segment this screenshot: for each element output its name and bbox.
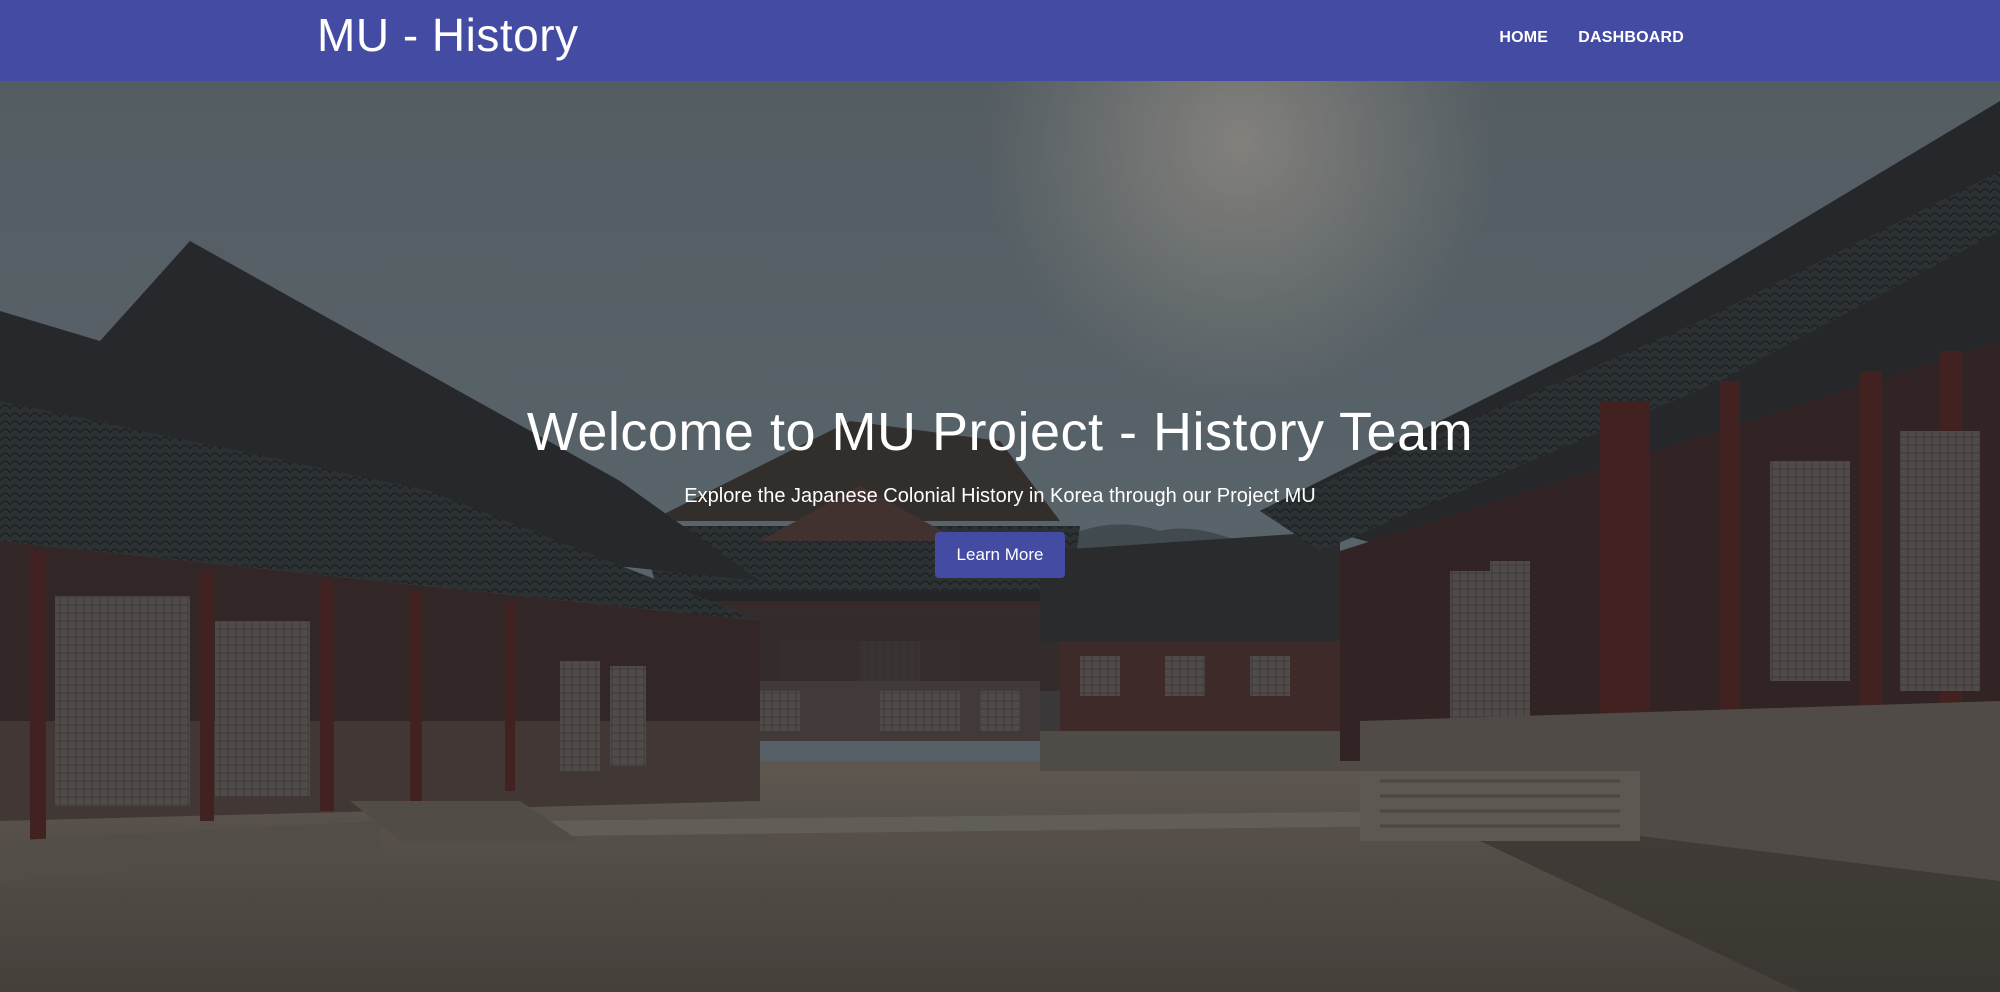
site-brand[interactable]: MU - History — [317, 8, 579, 62]
hero-content: Welcome to MU Project - History Team Exp… — [0, 401, 2000, 578]
nav-link-home[interactable]: HOME — [1499, 29, 1548, 47]
nav-links: HOME DASHBOARD — [1499, 29, 1684, 47]
top-navbar: MU - History HOME DASHBOARD — [0, 0, 2000, 81]
nav-link-dashboard[interactable]: DASHBOARD — [1578, 29, 1684, 47]
hero-subtitle: Explore the Japanese Colonial History in… — [684, 485, 1316, 507]
hero-title: Welcome to MU Project - History Team — [526, 402, 1474, 462]
learn-more-button[interactable]: Learn More — [935, 532, 1065, 578]
hero-section: Welcome to MU Project - History Team Exp… — [0, 81, 2000, 992]
